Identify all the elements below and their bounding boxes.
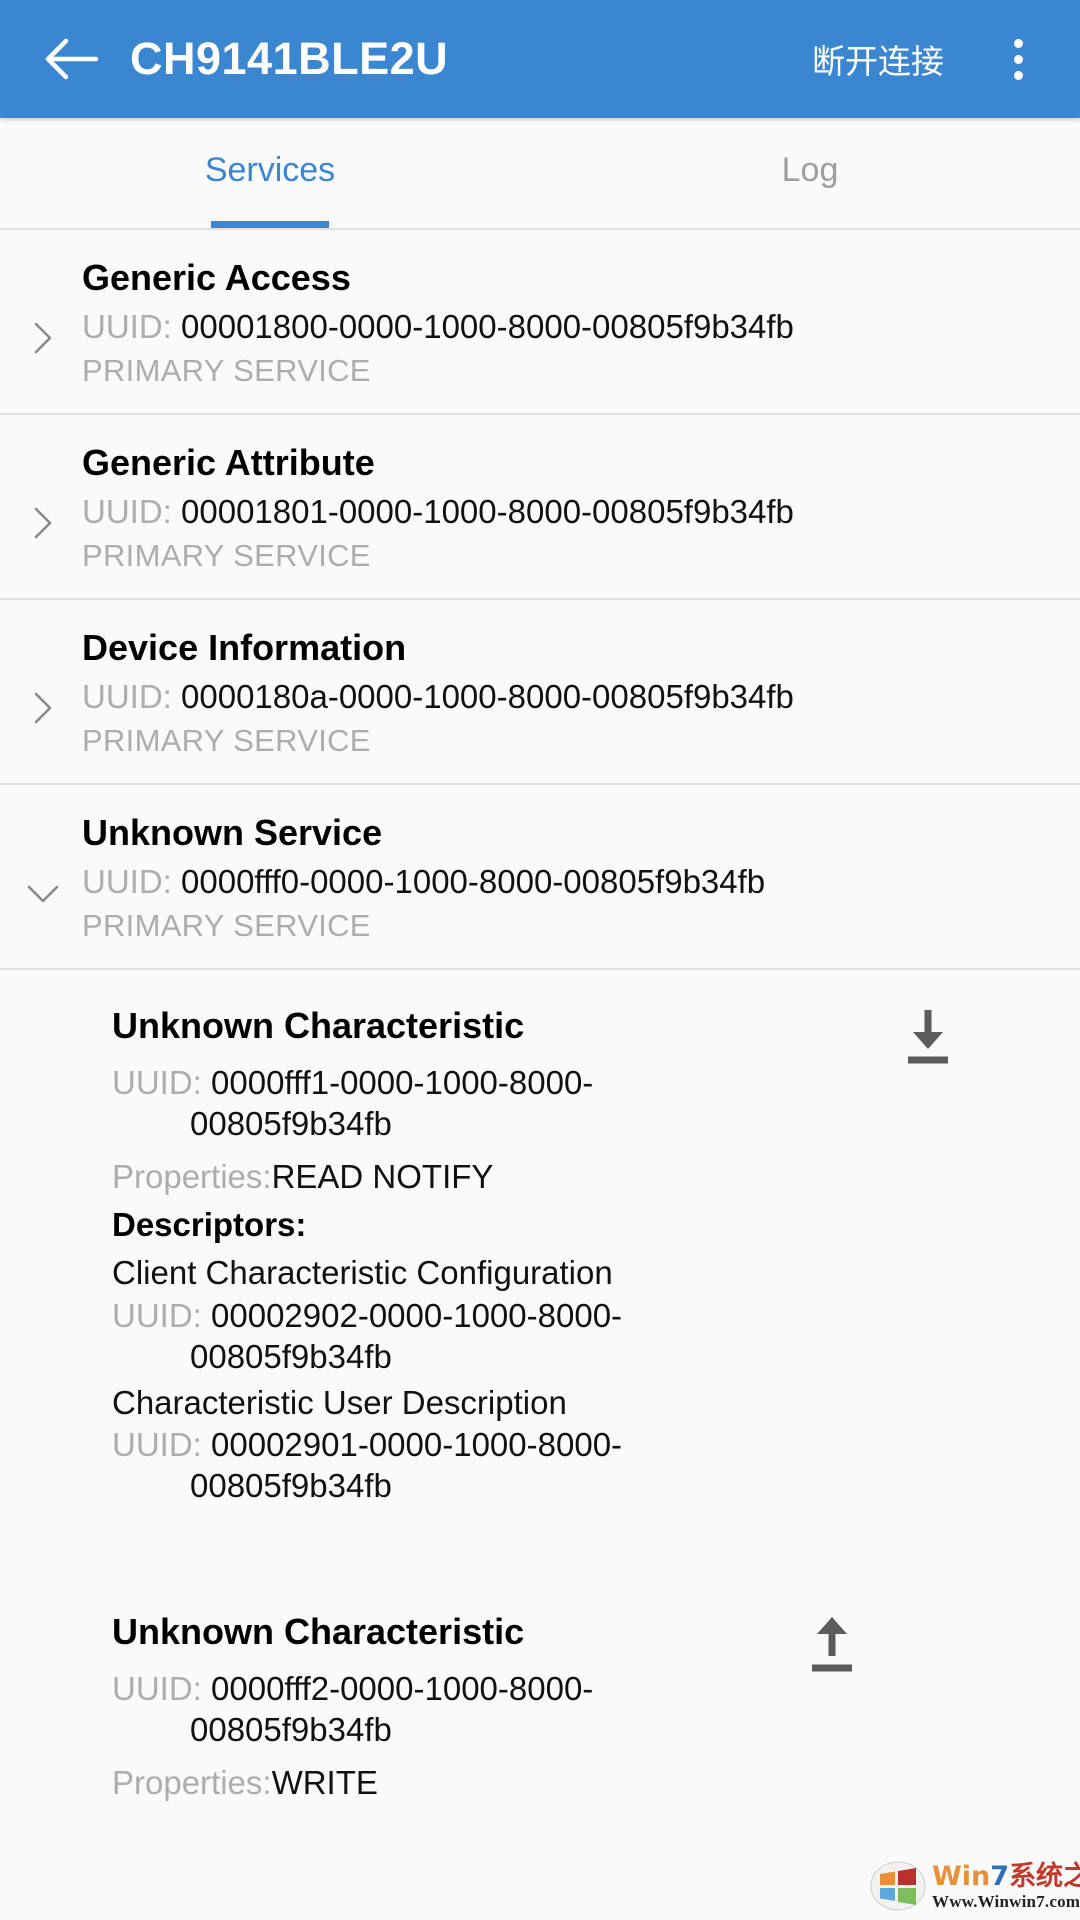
page-title: CH9141BLE2U [130, 33, 449, 84]
uuid-label: UUID: [112, 1063, 202, 1101]
uuid-value-part-1: 00002901-0000-1000-8000- [211, 1426, 623, 1464]
descriptor-uuid-line-1: UUID: 00002902-0000-1000-8000- [112, 1297, 1050, 1336]
properties-value: READ NOTIFY [271, 1157, 494, 1195]
more-vertical-icon-dot-3 [1013, 70, 1023, 80]
tab-services-label: Services [204, 150, 336, 189]
uuid-label: UUID: [82, 492, 172, 530]
characteristic-uuid-line-1: UUID: 0000fff2-0000-1000-8000- [112, 1670, 1050, 1709]
overflow-menu-button[interactable] [990, 27, 1046, 91]
chevron-right-icon [34, 323, 52, 354]
watermark-brand-seven: 7 [990, 1860, 1010, 1892]
download-icon[interactable] [898, 1006, 958, 1068]
disconnect-button[interactable]: 断开连接 [812, 35, 944, 83]
characteristic-name: Unknown Characteristic [112, 1611, 525, 1653]
watermark-url: Www.Winwin7.com [932, 1891, 1080, 1911]
service-name: Generic Access [82, 257, 351, 298]
chevron-down-icon [27, 885, 59, 903]
service-name: Generic Attribute [82, 441, 375, 483]
uuid-label: UUID: [112, 1296, 202, 1334]
uuid-value: 00001800-0000-1000-8000-00805f9b34fb [181, 307, 794, 345]
app-bar: CH9141BLE2U 断开连接 [0, 0, 1080, 118]
service-row-expanded[interactable]: Unknown Service UUID: 0000fff0-0000-1000… [0, 784, 1080, 970]
characteristic-uuid-line-1: UUID: 0000fff1-0000-1000-8000- [112, 1064, 1050, 1103]
characteristic-separator [0, 1518, 1080, 1576]
descriptor-uuid-line-1: UUID: 00002901-0000-1000-8000- [112, 1426, 1050, 1465]
tab-log-label: Log [781, 150, 839, 189]
back-button[interactable] [40, 27, 104, 91]
uuid-label: UUID: [82, 677, 172, 715]
properties-label: Properties: [112, 1157, 272, 1195]
chevron-right-icon [34, 692, 52, 724]
properties-value: WRITE [271, 1764, 378, 1802]
characteristic-uuid-line-2: 00805f9b34fb [190, 1104, 392, 1142]
characteristic-header: Unknown Characteristic [112, 1004, 1050, 1064]
characteristic-properties: Properties:READ NOTIFY [112, 1152, 1050, 1202]
service-uuid: UUID: 00001800-0000-1000-8000-00805f9b34… [82, 306, 1050, 347]
properties-label: Properties: [112, 1764, 272, 1802]
watermark-text: Win7系统之家 Www.Winwin7.com [932, 1863, 1080, 1910]
descriptor-name: Characteristic User Description [112, 1383, 567, 1421]
more-vertical-icon-dot-2 [1013, 54, 1023, 64]
service-uuid: UUID: 0000fff0-0000-1000-8000-00805f9b34… [82, 861, 1050, 902]
watermark: Win7系统之家 Www.Winwin7.com [870, 1854, 1080, 1918]
service-type: PRIMARY SERVICE [82, 538, 371, 574]
uuid-label: UUID: [112, 1426, 202, 1464]
characteristic-properties: Properties:WRITE [112, 1758, 1050, 1808]
uuid-value-part-1: 0000fff1-0000-1000-8000- [211, 1063, 594, 1101]
watermark-brand-cn: 系统之家 [1009, 1860, 1080, 1892]
uuid-label: UUID: [82, 307, 172, 345]
service-row[interactable]: Generic Attribute UUID: 00001801-0000-10… [0, 414, 1080, 600]
ble-services-screen: CH9141BLE2U 断开连接 Services Log Generic Ac… [0, 0, 1080, 1920]
service-type: PRIMARY SERVICE [82, 353, 371, 389]
uuid-label: UUID: [112, 1670, 202, 1708]
descriptor-uuid-line-2: 00805f9b34fb [190, 1337, 392, 1375]
uuid-value-part-1: 0000fff2-0000-1000-8000- [211, 1670, 594, 1708]
uuid-label: UUID: [82, 862, 172, 900]
service-name: Device Information [82, 626, 407, 668]
descriptors-label: Descriptors: [112, 1206, 307, 1243]
tab-services[interactable]: Services [0, 118, 540, 228]
service-name: Unknown Service [82, 811, 383, 853]
upload-icon[interactable] [802, 1612, 862, 1674]
tab-active-indicator [211, 221, 329, 228]
tab-log[interactable]: Log [540, 118, 1080, 228]
watermark-brand-win: Win [932, 1860, 991, 1892]
uuid-value: 0000180a-0000-1000-8000-00805f9b34fb [181, 677, 794, 715]
characteristic-block[interactable]: Unknown Characteristic UUID: 0000fff2-00… [0, 1576, 1080, 1818]
service-row[interactable]: Generic Access UUID: 00001800-0000-1000-… [0, 230, 1080, 415]
service-uuid: UUID: 0000180a-0000-1000-8000-00805f9b34… [82, 676, 1050, 717]
service-row[interactable]: Device Information UUID: 0000180a-0000-1… [0, 599, 1080, 785]
characteristic-uuid-line-2: 00805f9b34fb [190, 1711, 392, 1749]
arrow-left-icon [45, 38, 99, 80]
descriptor-name: Client Characteristic Configuration [112, 1253, 613, 1291]
service-uuid: UUID: 00001801-0000-1000-8000-00805f9b34… [82, 491, 1050, 532]
characteristic-header: Unknown Characteristic [112, 1610, 1050, 1672]
uuid-value-part-1: 00002902-0000-1000-8000- [211, 1296, 623, 1334]
chevron-right-icon [34, 508, 52, 539]
service-type: PRIMARY SERVICE [82, 907, 371, 943]
characteristic-block[interactable]: Unknown Characteristic UUID: 0000fff1-00… [0, 969, 1080, 1519]
more-vertical-icon-dot-1 [1013, 38, 1023, 48]
service-type: PRIMARY SERVICE [82, 722, 371, 758]
uuid-value: 00001801-0000-1000-8000-00805f9b34fb [181, 492, 794, 530]
uuid-value: 0000fff0-0000-1000-8000-00805f9b34fb [181, 862, 766, 900]
descriptor-uuid-line-2: 00805f9b34fb [190, 1467, 392, 1505]
tab-bar: Services Log [0, 118, 1080, 230]
watermark-brand: Win7系统之家 [932, 1863, 1080, 1890]
windows-logo-icon [870, 1861, 926, 1911]
